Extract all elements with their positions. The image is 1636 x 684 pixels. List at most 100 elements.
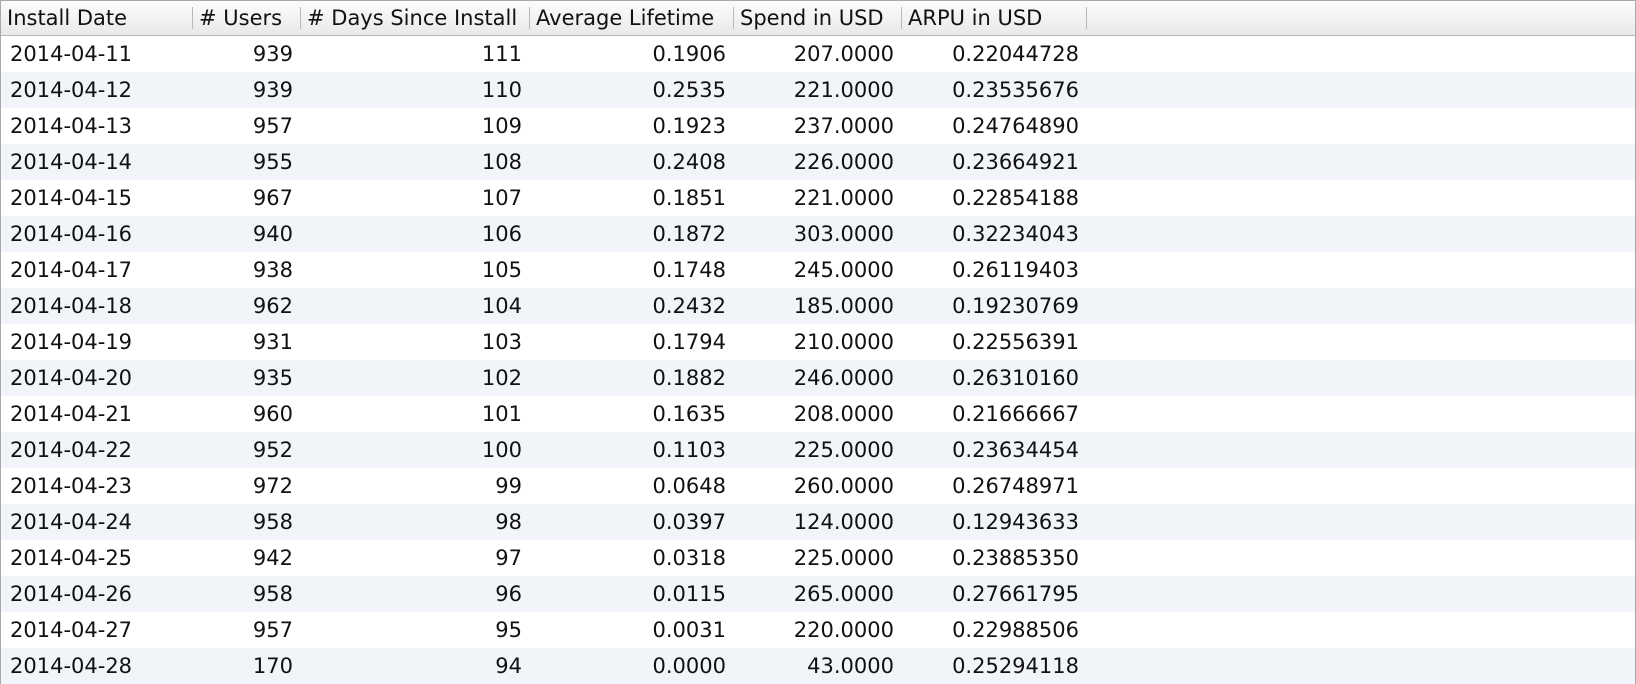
cell-days-since-install: 109: [481, 114, 522, 138]
cell-average-lifetime: 0.1851: [652, 186, 726, 210]
column-header-users[interactable]: # Users: [193, 1, 301, 35]
cell-average-lifetime: 0.1872: [652, 222, 726, 246]
table-row[interactable]: 2014-04-16 940 106 0.1872 303.0000 0.32234043: [1, 216, 1635, 252]
cell-users: 958: [252, 510, 293, 534]
table-row[interactable]: 2014-04-12 939 110 0.2535 221.0000 0.23535676: [1, 72, 1635, 108]
row-filler: [1087, 612, 1635, 648]
cell-spend-usd: 226.0000: [793, 150, 894, 174]
table-row[interactable]: 2014-04-23 972 99 0.0648 260.0000 0.26748971: [1, 468, 1635, 504]
cell-days-since-install: 103: [481, 330, 522, 354]
row-filler: [1087, 432, 1635, 468]
cell-days-since-install: 99: [495, 474, 522, 498]
table-row[interactable]: 2014-04-18 962 104 0.2432 185.0000 0.19230769: [1, 288, 1635, 324]
cell-users: 939: [252, 78, 293, 102]
column-header-days-since-install[interactable]: # Days Since Install: [301, 1, 530, 35]
cell-install-date: 2014-04-26: [10, 582, 133, 606]
table-row[interactable]: 2014-04-25 942 97 0.0318 225.0000 0.23885350: [1, 540, 1635, 576]
cell-arpu-usd: 0.22556391: [952, 330, 1079, 354]
cell-arpu-usd: 0.27661795: [952, 582, 1079, 606]
cell-spend-usd: 207.0000: [793, 42, 894, 66]
cell-average-lifetime: 0.1103: [652, 438, 726, 462]
cell-average-lifetime: 0.2535: [652, 78, 726, 102]
column-header-arpu-usd[interactable]: ARPU in USD: [902, 1, 1087, 35]
cell-users: 957: [252, 114, 293, 138]
cell-average-lifetime: 0.1748: [652, 258, 726, 282]
row-filler: [1087, 216, 1635, 252]
cell-average-lifetime: 0.0318: [652, 546, 726, 570]
cell-install-date: 2014-04-22: [10, 438, 133, 462]
column-header-filler: [1087, 1, 1635, 35]
cell-install-date: 2014-04-21: [10, 402, 133, 426]
cell-install-date: 2014-04-23: [10, 474, 133, 498]
cell-average-lifetime: 0.1882: [652, 366, 726, 390]
cell-users: 952: [252, 438, 293, 462]
cell-users: 942: [252, 546, 293, 570]
row-filler: [1087, 504, 1635, 540]
cell-users: 962: [252, 294, 293, 318]
table-body: 2014-04-11 939 111 0.1906 207.0000 0.22044728…: [1, 36, 1635, 684]
cell-install-date: 2014-04-18: [10, 294, 133, 318]
table-row[interactable]: 2014-04-21 960 101 0.1635 208.0000 0.21666667: [1, 396, 1635, 432]
cell-users: 931: [252, 330, 293, 354]
table-row[interactable]: 2014-04-27 957 95 0.0031 220.0000 0.22988506: [1, 612, 1635, 648]
row-filler: [1087, 576, 1635, 612]
table-row[interactable]: 2014-04-26 958 96 0.0115 265.0000 0.27661795: [1, 576, 1635, 612]
cell-arpu-usd: 0.22988506: [952, 618, 1079, 642]
table-row[interactable]: 2014-04-20 935 102 0.1882 246.0000 0.26310160: [1, 360, 1635, 396]
cell-arpu-usd: 0.19230769: [952, 294, 1079, 318]
cell-days-since-install: 96: [495, 582, 522, 606]
cell-install-date: 2014-04-17: [10, 258, 133, 282]
row-filler: [1087, 360, 1635, 396]
cell-users: 960: [252, 402, 293, 426]
cell-arpu-usd: 0.23634454: [952, 438, 1079, 462]
cell-days-since-install: 108: [481, 150, 522, 174]
cell-days-since-install: 102: [481, 366, 522, 390]
cell-average-lifetime: 0.1635: [652, 402, 726, 426]
cell-average-lifetime: 0.0397: [652, 510, 726, 534]
cell-users: 939: [252, 42, 293, 66]
cell-arpu-usd: 0.25294118: [952, 654, 1079, 678]
cell-days-since-install: 110: [481, 78, 522, 102]
row-filler: [1087, 252, 1635, 288]
cell-arpu-usd: 0.26310160: [952, 366, 1079, 390]
results-table: Install Date # Users # Days Since Instal…: [0, 0, 1636, 684]
cell-users: 957: [252, 618, 293, 642]
cell-arpu-usd: 0.26748971: [952, 474, 1079, 498]
row-filler: [1087, 540, 1635, 576]
cell-spend-usd: 208.0000: [793, 402, 894, 426]
cell-average-lifetime: 0.0648: [652, 474, 726, 498]
cell-arpu-usd: 0.32234043: [952, 222, 1079, 246]
table-row[interactable]: 2014-04-28 170 94 0.0000 43.0000 0.25294118: [1, 648, 1635, 684]
cell-arpu-usd: 0.23535676: [952, 78, 1079, 102]
table-row[interactable]: 2014-04-17 938 105 0.1748 245.0000 0.26119403: [1, 252, 1635, 288]
column-header-spend-usd[interactable]: Spend in USD: [734, 1, 902, 35]
table-row[interactable]: 2014-04-15 967 107 0.1851 221.0000 0.22854188: [1, 180, 1635, 216]
row-filler: [1087, 324, 1635, 360]
row-filler: [1087, 144, 1635, 180]
cell-days-since-install: 105: [481, 258, 522, 282]
row-filler: [1087, 180, 1635, 216]
cell-arpu-usd: 0.24764890: [952, 114, 1079, 138]
table-row[interactable]: 2014-04-13 957 109 0.1923 237.0000 0.24764890: [1, 108, 1635, 144]
table-row[interactable]: 2014-04-22 952 100 0.1103 225.0000 0.23634454: [1, 432, 1635, 468]
cell-install-date: 2014-04-19: [10, 330, 133, 354]
cell-spend-usd: 265.0000: [793, 582, 894, 606]
table-row[interactable]: 2014-04-19 931 103 0.1794 210.0000 0.22556391: [1, 324, 1635, 360]
cell-spend-usd: 221.0000: [793, 186, 894, 210]
cell-install-date: 2014-04-13: [10, 114, 133, 138]
cell-arpu-usd: 0.22854188: [952, 186, 1079, 210]
cell-days-since-install: 106: [481, 222, 522, 246]
table-row[interactable]: 2014-04-14 955 108 0.2408 226.0000 0.23664921: [1, 144, 1635, 180]
cell-install-date: 2014-04-25: [10, 546, 133, 570]
cell-days-since-install: 111: [481, 42, 522, 66]
table-row[interactable]: 2014-04-11 939 111 0.1906 207.0000 0.22044728: [1, 36, 1635, 72]
cell-days-since-install: 97: [495, 546, 522, 570]
column-header-average-lifetime[interactable]: Average Lifetime: [530, 1, 734, 35]
cell-users: 958: [252, 582, 293, 606]
cell-install-date: 2014-04-20: [10, 366, 133, 390]
table-row[interactable]: 2014-04-24 958 98 0.0397 124.0000 0.12943633: [1, 504, 1635, 540]
row-filler: [1087, 648, 1635, 684]
cell-install-date: 2014-04-24: [10, 510, 133, 534]
column-header-install-date[interactable]: Install Date: [1, 1, 193, 35]
row-filler: [1087, 72, 1635, 108]
